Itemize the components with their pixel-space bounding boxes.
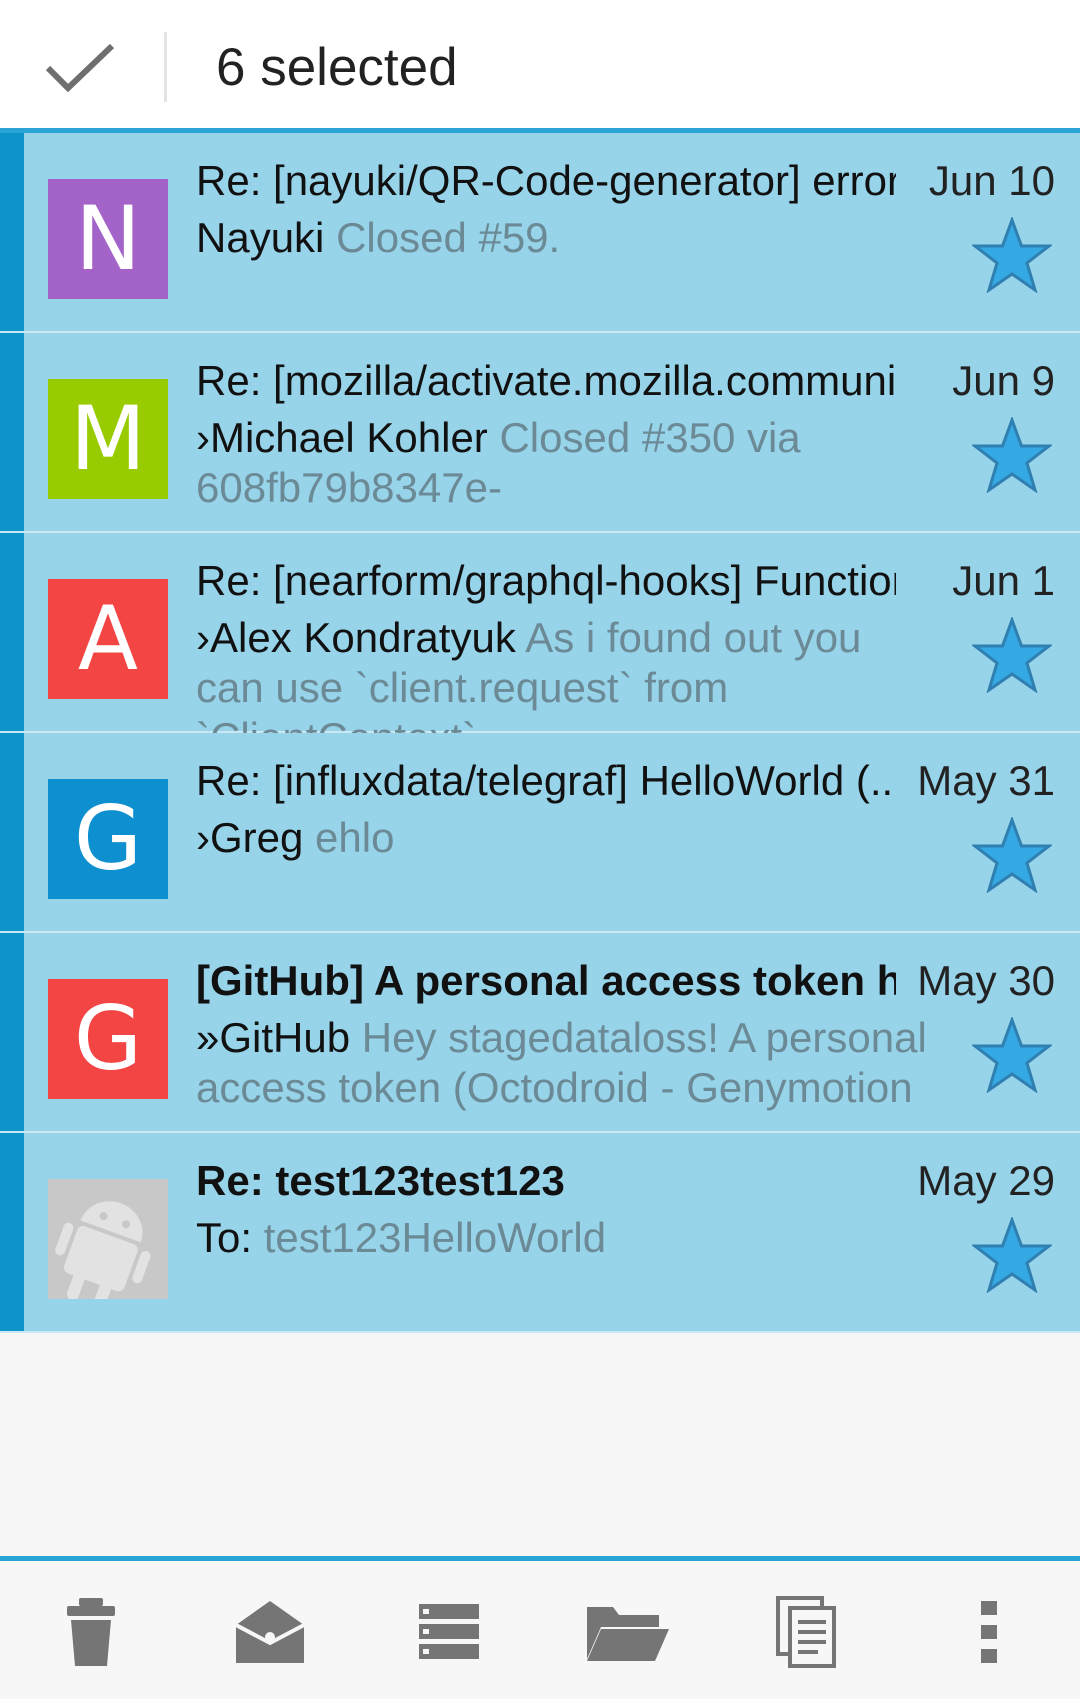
message-snippet: test123HelloWorld: [263, 1214, 607, 1261]
message-sender: »GitHub: [196, 1014, 351, 1061]
storage-button[interactable]: [404, 1589, 494, 1675]
message-preview: »GitHub Hey stagedataloss! A personal ac…: [196, 1013, 936, 1113]
message-subject: [GitHub] A personal access token ha..: [196, 957, 896, 1004]
mark-read-button[interactable]: [225, 1589, 315, 1675]
selection-count: 6 selected: [216, 38, 458, 97]
message-row[interactable]: A Re: [nearform/graphql-hooks] Function..…: [0, 533, 1080, 761]
selection-indicator: [0, 533, 24, 731]
message-snippet: Closed #59.: [336, 214, 561, 261]
message-subject: Re: test123test123: [196, 1157, 565, 1204]
message-subject: Re: [mozilla/activate.mozilla.communit..: [196, 357, 896, 404]
mark-read-icon: [235, 1601, 305, 1663]
delete-button[interactable]: [46, 1589, 136, 1675]
message-preview: Nayuki Closed #59.: [196, 213, 936, 263]
trash-icon: [67, 1598, 115, 1666]
action-mode-bar: 6 selected: [0, 0, 1080, 133]
star-icon[interactable]: [970, 1215, 1054, 1294]
selection-indicator: [0, 133, 24, 331]
message-row[interactable]: Re: test123test123 May 29 To: test123Hello…: [0, 1133, 1080, 1333]
message-date: May 30: [917, 957, 1055, 1004]
message-preview: ›Michael Kohler Closed #350 via 608fb79b…: [196, 413, 936, 513]
message-date: May 31: [917, 757, 1055, 804]
message-date: Jun 10: [928, 157, 1055, 204]
message-preview: To: test123HelloWorld: [196, 1213, 936, 1263]
selection-indicator: [0, 333, 24, 531]
avatar[interactable]: G: [48, 779, 168, 899]
message-date: Jun 9: [952, 357, 1055, 404]
message-row[interactable]: G [GitHub] A personal access token ha.. Ma…: [0, 933, 1080, 1133]
selection-indicator: [0, 933, 24, 1131]
done-button[interactable]: [30, 20, 130, 115]
star-icon[interactable]: [970, 615, 1054, 694]
folder-icon: [587, 1607, 669, 1661]
selection-indicator: [0, 1133, 24, 1331]
star-icon[interactable]: [970, 215, 1054, 294]
bottom-action-bar: [0, 1556, 1080, 1699]
star-icon[interactable]: [970, 1015, 1054, 1094]
message-date: May 29: [917, 1157, 1055, 1204]
message-subject: Re: [nayuki/QR-Code-generator] error:..: [196, 157, 896, 204]
message-date: Jun 1: [952, 557, 1055, 604]
toolbar-divider: [164, 32, 167, 102]
move-to-folder-button[interactable]: [583, 1589, 673, 1675]
message-row[interactable]: N Re: [nayuki/QR-Code-generator] error:..…: [0, 133, 1080, 333]
more-options-button[interactable]: [944, 1589, 1034, 1675]
copy-icon: [776, 1596, 836, 1668]
message-sender: ›Michael Kohler: [196, 414, 488, 461]
storage-icon: [419, 1604, 479, 1659]
avatar[interactable]: G: [48, 979, 168, 1099]
avatar[interactable]: N: [48, 179, 168, 299]
avatar[interactable]: M: [48, 379, 168, 499]
message-sender: To:: [196, 1214, 253, 1261]
message-snippet: ehlo: [315, 814, 395, 861]
android-icon[interactable]: [48, 1179, 168, 1310]
message-sender: ›Greg: [196, 814, 304, 861]
star-icon[interactable]: [970, 815, 1054, 894]
avatar[interactable]: A: [48, 579, 168, 699]
message-preview: ›Greg ehlo: [196, 813, 936, 863]
message-list: N Re: [nayuki/QR-Code-generator] error:..…: [0, 133, 1080, 1333]
message-subject: Re: [influxdata/telegraf] HelloWorld (..: [196, 757, 894, 804]
message-subject: Re: [nearform/graphql-hooks] Function..: [196, 557, 896, 604]
star-icon[interactable]: [970, 415, 1054, 494]
check-icon: [45, 43, 115, 92]
message-row[interactable]: G Re: [influxdata/telegraf] HelloWorld (.…: [0, 733, 1080, 933]
copy-button[interactable]: [762, 1589, 852, 1675]
message-row[interactable]: M Re: [mozilla/activate.mozilla.communit.…: [0, 333, 1080, 533]
overflow-menu-icon: [981, 1601, 997, 1663]
selection-indicator: [0, 733, 24, 931]
message-sender: Nayuki: [196, 214, 325, 261]
message-sender: ›Alex Kondratyuk: [196, 614, 516, 661]
